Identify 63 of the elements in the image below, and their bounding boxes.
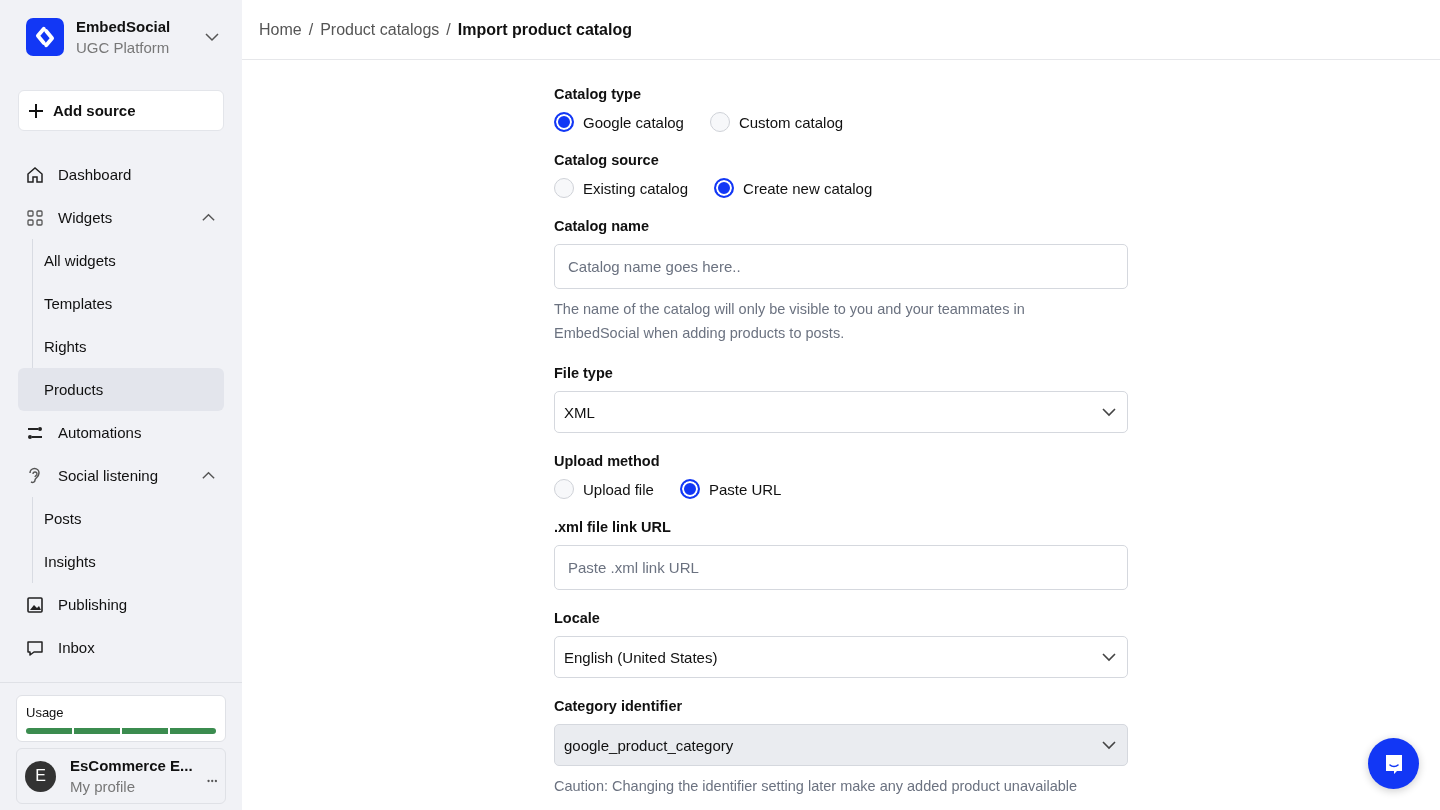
nav-subitem[interactable]: Templates (18, 282, 224, 325)
add-source-button[interactable]: Add source (18, 90, 224, 131)
field-label: Category identifier (554, 698, 684, 714)
radio-button[interactable] (554, 112, 574, 132)
text-input-field[interactable]: Catalog name goes here.. (554, 244, 1128, 289)
nav-item[interactable]: Publishing (18, 583, 224, 626)
breadcrumb-item[interactable]: Home (259, 20, 302, 39)
home-icon (26, 165, 44, 184)
radio-label: Custom catalog (738, 113, 844, 131)
grid-icon (26, 208, 44, 227)
radio-label: Create new catalog (743, 179, 873, 197)
radio-option[interactable]: Paste URL (679, 479, 782, 499)
field-label: Catalog name (554, 218, 651, 234)
radio-option[interactable]: Existing catalog (554, 178, 689, 198)
radio-button[interactable] (714, 178, 735, 198)
radio-label: Upload file (583, 480, 654, 498)
nav-subitem[interactable]: Posts (18, 497, 224, 540)
field-label: File type (554, 365, 614, 381)
avatar: E (25, 760, 56, 792)
radio-option[interactable]: Google catalog (554, 112, 684, 132)
brand-name: EmbedSocial (76, 18, 172, 35)
dropdown-field[interactable]: English (United States) (554, 636, 1128, 678)
text-input-field[interactable]: Paste .xml link URL (554, 545, 1128, 590)
breadcrumb-separator: / (308, 20, 314, 39)
field-label: .xml file link URL (554, 519, 672, 535)
field-label: Catalog source (554, 152, 660, 168)
radio-label: Paste URL (708, 480, 782, 498)
chat-icon (26, 638, 44, 657)
logo-icon (26, 18, 64, 56)
nav-item[interactable]: Social listening (18, 454, 224, 497)
radio-label: Existing catalog (583, 179, 689, 197)
dropdown-field[interactable]: XML (554, 391, 1128, 433)
nav-item[interactable]: Widgets (18, 196, 224, 239)
radio-option[interactable]: Custom catalog (709, 112, 844, 132)
profile-name: EsCommerce E... (70, 757, 193, 774)
usage-card[interactable]: Usage (16, 695, 226, 742)
nav-item[interactable]: Dashboard (18, 153, 224, 196)
field-label: Catalog type (554, 86, 642, 102)
field-label: Locale (554, 610, 601, 626)
breadcrumb-item: Import product catalog (457, 20, 632, 39)
help-text: Caution: Changing the identifier setting later make any added product unavailable (554, 777, 1079, 796)
radio-label: Google catalog (583, 113, 684, 131)
radio-option[interactable]: Upload file (554, 479, 654, 499)
breadcrumb-separator: / (446, 20, 451, 39)
profile-card[interactable]: E EsCommerce E... My profile (16, 748, 226, 804)
chat-button[interactable] (1368, 738, 1419, 789)
brand-subtitle: UGC Platform (76, 39, 171, 56)
nav-subitem[interactable]: Products (18, 368, 224, 411)
plus-icon (29, 103, 43, 118)
nav-subitem[interactable]: All widgets (18, 239, 224, 282)
help-text: The name of the catalog will only be visible to you and your teammates in EmbedSocial when adding products to posts. (554, 300, 1026, 343)
usage-label: Usage (26, 705, 65, 720)
nav-subitem[interactable]: Rights (18, 325, 224, 368)
image-icon (26, 595, 44, 614)
profile-link: My profile (70, 778, 137, 795)
nav-item[interactable]: Inbox (18, 626, 224, 669)
field-label: Upload method (554, 453, 661, 469)
more-icon[interactable] (206, 778, 217, 784)
radio-button[interactable] (679, 479, 700, 499)
nav-subitem[interactable]: Insights (18, 540, 224, 583)
radio-option[interactable]: Create new catalog (714, 178, 873, 198)
nav-item[interactable]: Automations (18, 411, 224, 454)
breadcrumb-item[interactable]: Product catalogs (320, 20, 440, 39)
